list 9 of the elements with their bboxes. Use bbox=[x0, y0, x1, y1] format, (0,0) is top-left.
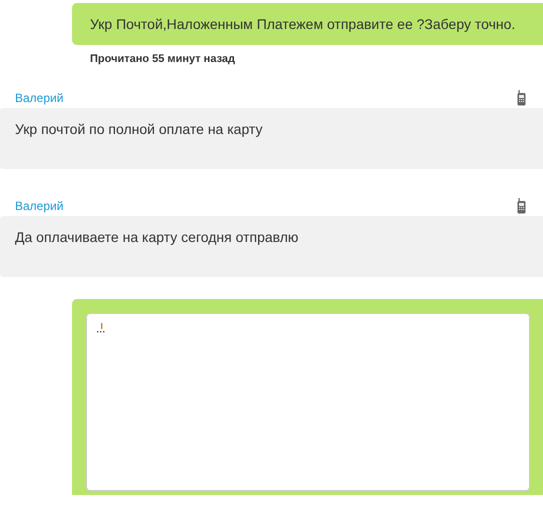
sent-message: Укр Почтой,Наложенным Платежем отправите ее ?Заберу точно. bbox=[72, 3, 543, 45]
mobile-phone-icon bbox=[517, 198, 526, 214]
received-message: Да оплачиваете на карту сегодня отправлю bbox=[0, 216, 543, 277]
broken-image-icon bbox=[97, 323, 107, 333]
author-name[interactable]: Валерий bbox=[15, 199, 64, 213]
author-name[interactable]: Валерий bbox=[15, 91, 64, 105]
read-status: Прочитано 55 минут назад bbox=[90, 53, 236, 65]
received-message: Укр почтой по полной оплате на карту bbox=[0, 108, 543, 169]
mobile-phone-icon bbox=[517, 90, 526, 106]
